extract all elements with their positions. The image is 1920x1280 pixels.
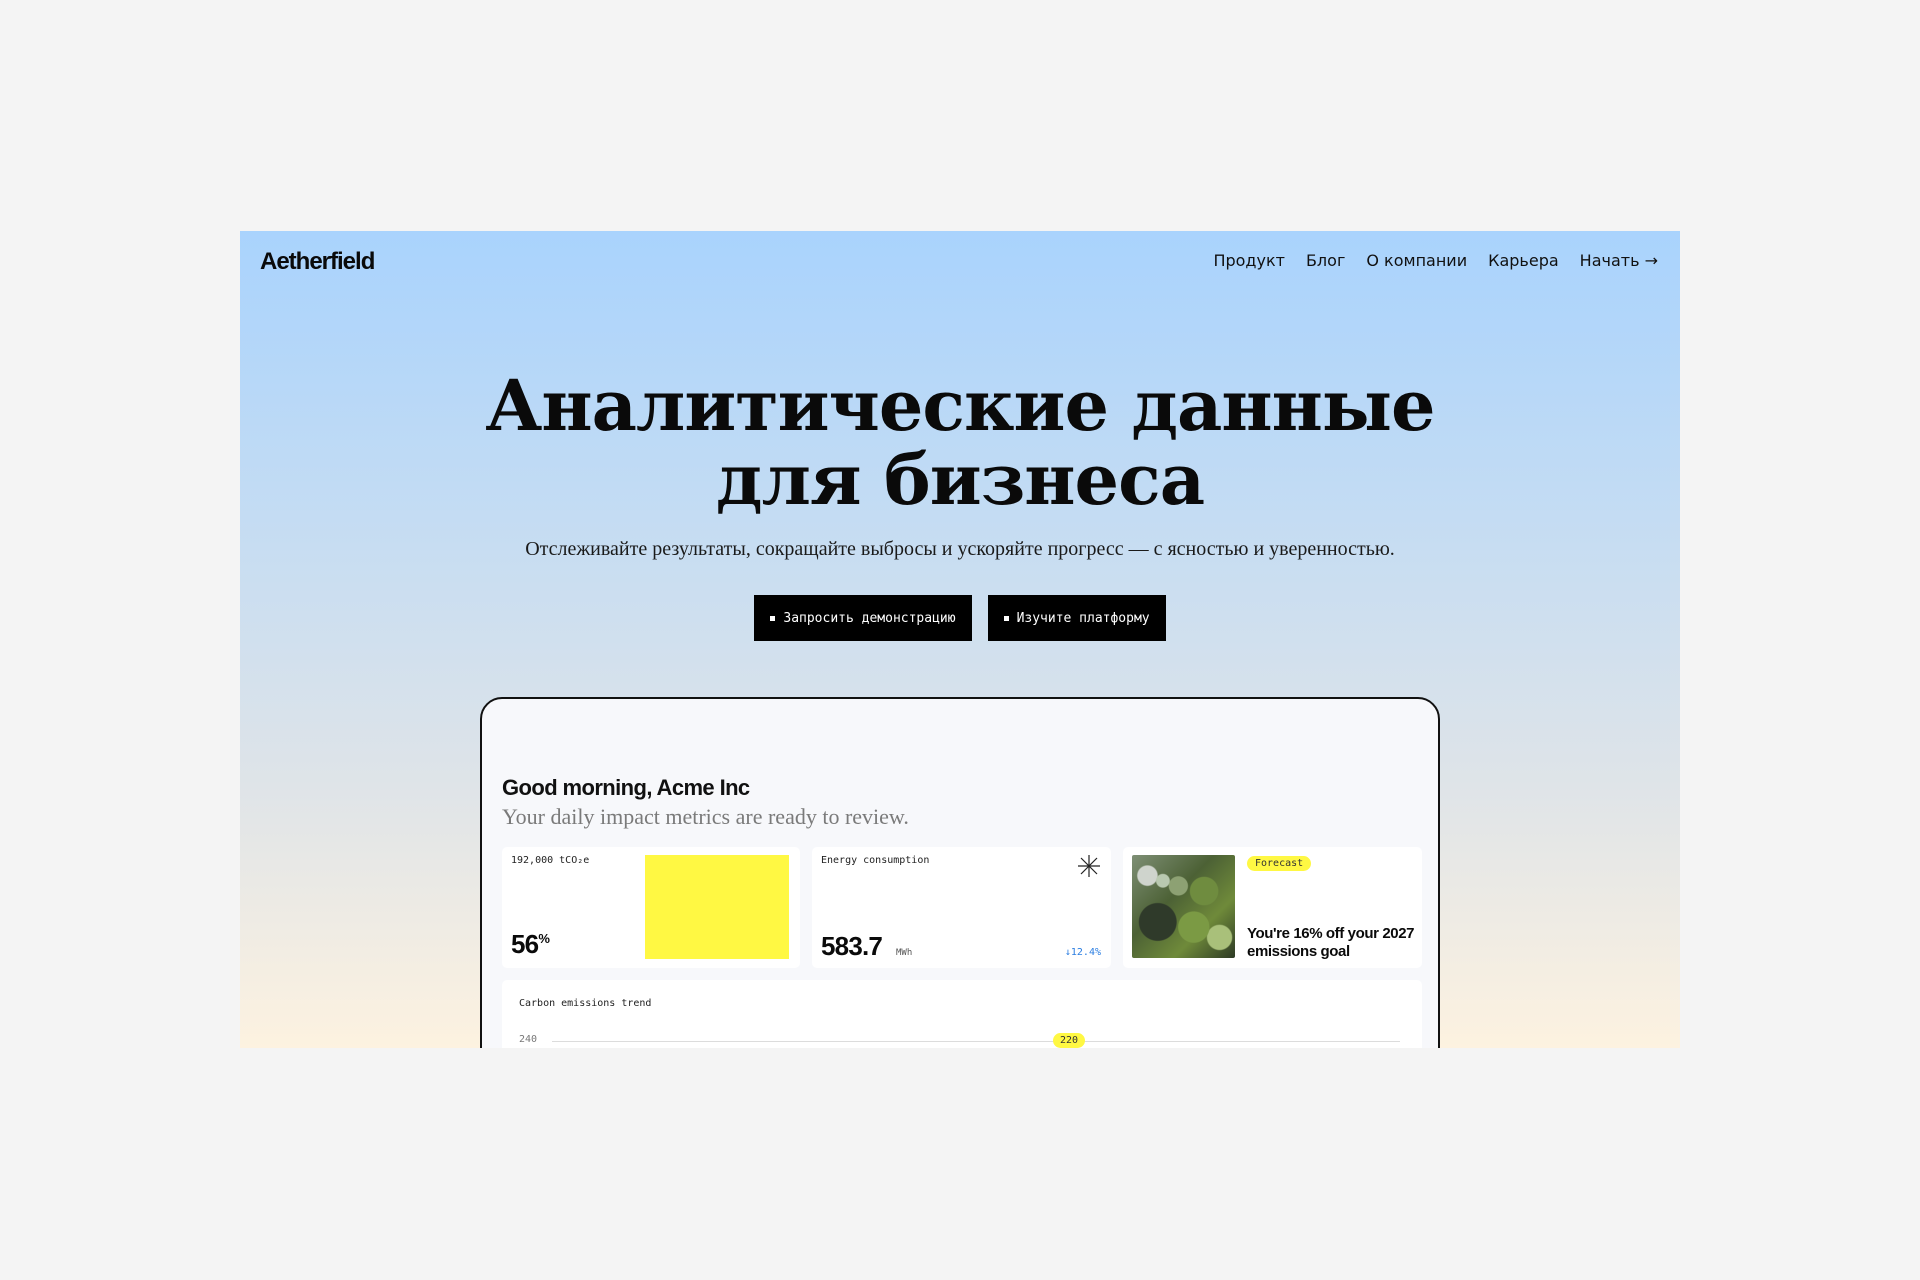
nav-links: Продукт Блог О компании Карьера Начать → <box>1213 251 1658 270</box>
energy-label: Energy consumption <box>821 855 930 866</box>
request-demo-label: Запросить демонстрацию <box>783 610 956 626</box>
dashboard-preview: Good morning, Acme Inc Your daily impact… <box>480 697 1440 1048</box>
cta-row: Запросить демонстрацию Изучите платформу <box>240 595 1680 641</box>
emissions-highlight-block <box>645 855 789 959</box>
request-demo-button[interactable]: Запросить демонстрацию <box>754 595 972 641</box>
sparkle-icon <box>1078 855 1100 877</box>
trend-y-tick: 240 <box>519 1034 538 1045</box>
energy-unit: MWh <box>896 948 913 958</box>
nav-link-careers[interactable]: Карьера <box>1488 251 1559 270</box>
energy-card[interactable]: Energy consumption 583.7 MWh ↓12.4% <box>812 847 1111 968</box>
hero-subtitle: Отслеживайте результаты, сокращайте выбр… <box>525 538 1395 560</box>
trend-title: Carbon emissions trend <box>519 998 652 1009</box>
emissions-card[interactable]: 192,000 tCO₂e 56% <box>502 847 800 968</box>
nav-link-product[interactable]: Продукт <box>1213 251 1285 270</box>
landing-page: Aetherfield Продукт Блог О компании Карь… <box>240 231 1680 1048</box>
dashboard-greeting: Good morning, Acme Inc <box>502 775 750 800</box>
forecast-badge: Forecast <box>1247 856 1312 871</box>
top-nav: Aetherfield Продукт Блог О компании Карь… <box>240 231 1680 291</box>
emissions-value: 56% <box>511 929 550 960</box>
emissions-number: 56 <box>511 929 539 959</box>
nav-link-get-started[interactable]: Начать → <box>1580 251 1658 270</box>
forecast-card[interactable]: Forecast You're 16% off your 2027 emissi… <box>1123 847 1422 968</box>
nav-link-blog[interactable]: Блог <box>1306 251 1345 270</box>
energy-delta: ↓12.4% <box>1064 947 1101 958</box>
square-bullet-icon <box>770 615 776 621</box>
energy-value: 583.7 <box>821 931 883 961</box>
trend-gridline <box>552 1041 1400 1042</box>
square-bullet-icon <box>1003 615 1009 621</box>
explore-platform-button[interactable]: Изучите платформу <box>987 595 1166 641</box>
trend-highlight-pill[interactable]: 220 <box>1053 1033 1086 1048</box>
dashboard-greeting-sub: Your daily impact metrics are ready to r… <box>502 804 909 829</box>
emissions-label: 192,000 tCO₂e <box>511 855 590 866</box>
hero-title: Аналитические данные для бизнеса <box>485 364 1435 521</box>
forest-aerial-image <box>1132 855 1235 958</box>
explore-platform-label: Изучите платформу <box>1016 610 1150 626</box>
forecast-text: You're 16% off your 2027 emissions goal <box>1247 925 1415 960</box>
nav-link-about[interactable]: О компании <box>1366 251 1467 270</box>
brand-logo[interactable]: Aetherfield <box>260 248 375 276</box>
emissions-suffix: % <box>538 931 550 946</box>
carbon-trend-chart: Carbon emissions trend 240 220 <box>502 980 1422 1048</box>
